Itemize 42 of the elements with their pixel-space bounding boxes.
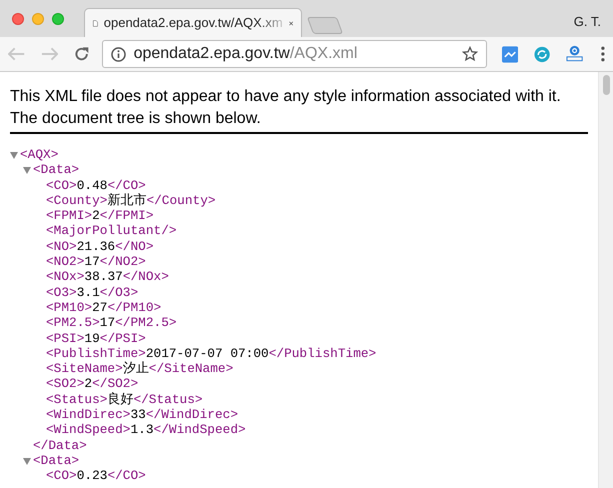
- xml-line: <PM10>27</PM10>: [46, 300, 162, 316]
- expanded-triangle-icon[interactable]: [23, 166, 31, 174]
- scrollbar[interactable]: [598, 72, 613, 488]
- xml-line: </Data>: [33, 438, 87, 453]
- xml-line: <CO>0.23</CO>: [46, 468, 146, 484]
- menu-icon[interactable]: [601, 46, 605, 62]
- xml-line: <PublishTime>2017-07-07 07:00</PublishTime>: [46, 346, 376, 361]
- expanded-triangle-icon[interactable]: [10, 150, 18, 159]
- notice-text: This XML file does not appear to have any style information associated with it. The document tree is shown below.: [10, 87, 562, 129]
- chart-extension-icon[interactable]: [502, 46, 518, 62]
- xml-line: <NO>21.36</NO>: [46, 238, 154, 254]
- xml-line: <CO>0.48</CO>: [46, 178, 146, 193]
- xml-line: <PSI>19</PSI>: [46, 330, 146, 346]
- xml-line: <SO2>2</SO2>: [46, 376, 138, 392]
- sync-extension-icon[interactable]: [534, 46, 550, 62]
- url-text: opendata2.epa.gov.tw/AQX.xml: [134, 44, 358, 64]
- reload-icon[interactable]: [74, 46, 90, 62]
- info-icon[interactable]: [110, 46, 126, 62]
- star-icon[interactable]: [462, 46, 478, 62]
- close-window-icon[interactable]: [12, 13, 24, 25]
- xml-line: <WindDirec>33</WindDirec>: [46, 407, 238, 422]
- xml-line: <County>新北市</County>: [46, 192, 216, 208]
- xml-line: <WindSpeed>1.3</WindSpeed>: [46, 422, 246, 438]
- expanded-triangle-icon[interactable]: [23, 456, 31, 465]
- xml-line: <MajorPollutant/>: [46, 223, 177, 239]
- xml-line: <NO2>17</NO2>: [46, 254, 146, 270]
- xml-line: <SiteName>汐止</SiteName>: [46, 361, 234, 376]
- xml-line: <Data>: [33, 162, 80, 178]
- address-bar[interactable]: opendata2.epa.gov.tw/AQX.xml: [102, 40, 487, 68]
- xml-line: <Status>良好</Status>: [46, 392, 203, 408]
- xml-line: <AQX>: [20, 147, 58, 162]
- xml-line: <O3>3.1</O3>: [46, 284, 138, 300]
- xml-line: <Data>: [33, 452, 80, 468]
- close-icon[interactable]: [288, 18, 293, 28]
- xml-line: <PM2.5>17</PM2.5>: [46, 315, 177, 331]
- zoom-window-icon[interactable]: [52, 13, 64, 25]
- scrollbar-thumb[interactable]: [602, 75, 610, 95]
- profile-name[interactable]: G. T.: [574, 12, 601, 32]
- new-tab-button[interactable]: [306, 17, 344, 34]
- xml-line: <NOx>38.37</NOx>: [46, 269, 169, 285]
- xml-line: <FPMI>2</FPMI>: [46, 208, 154, 224]
- browser-tab[interactable]: opendata2.epa.gov.tw/AQX.xm: [84, 8, 302, 37]
